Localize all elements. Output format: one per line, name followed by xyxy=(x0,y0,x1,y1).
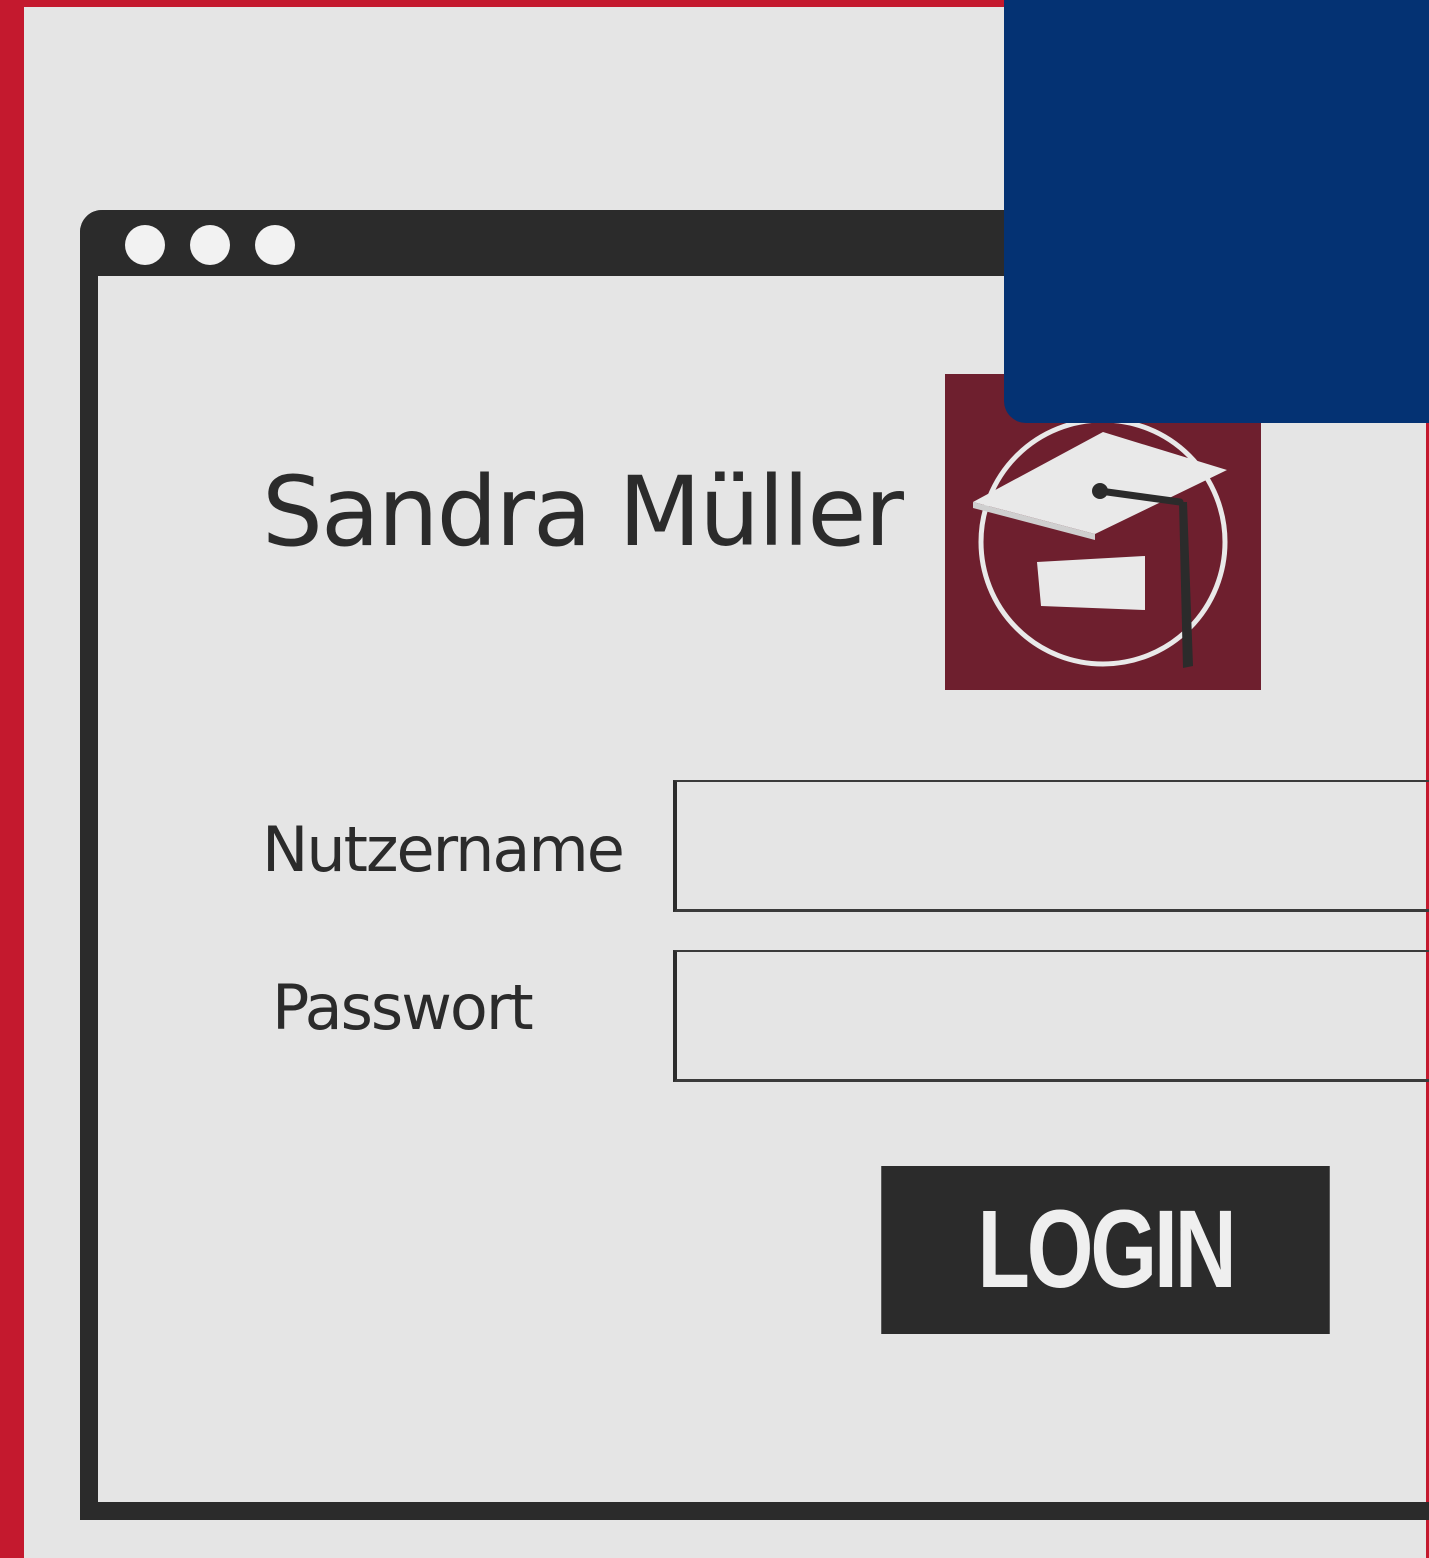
username-label: Nutzername xyxy=(262,813,625,886)
password-input[interactable] xyxy=(673,950,1429,1082)
window-dot-icon xyxy=(125,225,165,265)
window-dot-icon xyxy=(190,225,230,265)
login-button-label: LOGIN xyxy=(977,1188,1236,1311)
window-dot-icon xyxy=(255,225,295,265)
username-input[interactable] xyxy=(673,780,1429,912)
blue-overlay-panel xyxy=(1004,0,1429,423)
password-label: Passwort xyxy=(272,971,534,1044)
login-button[interactable]: LOGIN xyxy=(881,1166,1330,1334)
profile-name: Sandra Müller xyxy=(262,456,904,568)
